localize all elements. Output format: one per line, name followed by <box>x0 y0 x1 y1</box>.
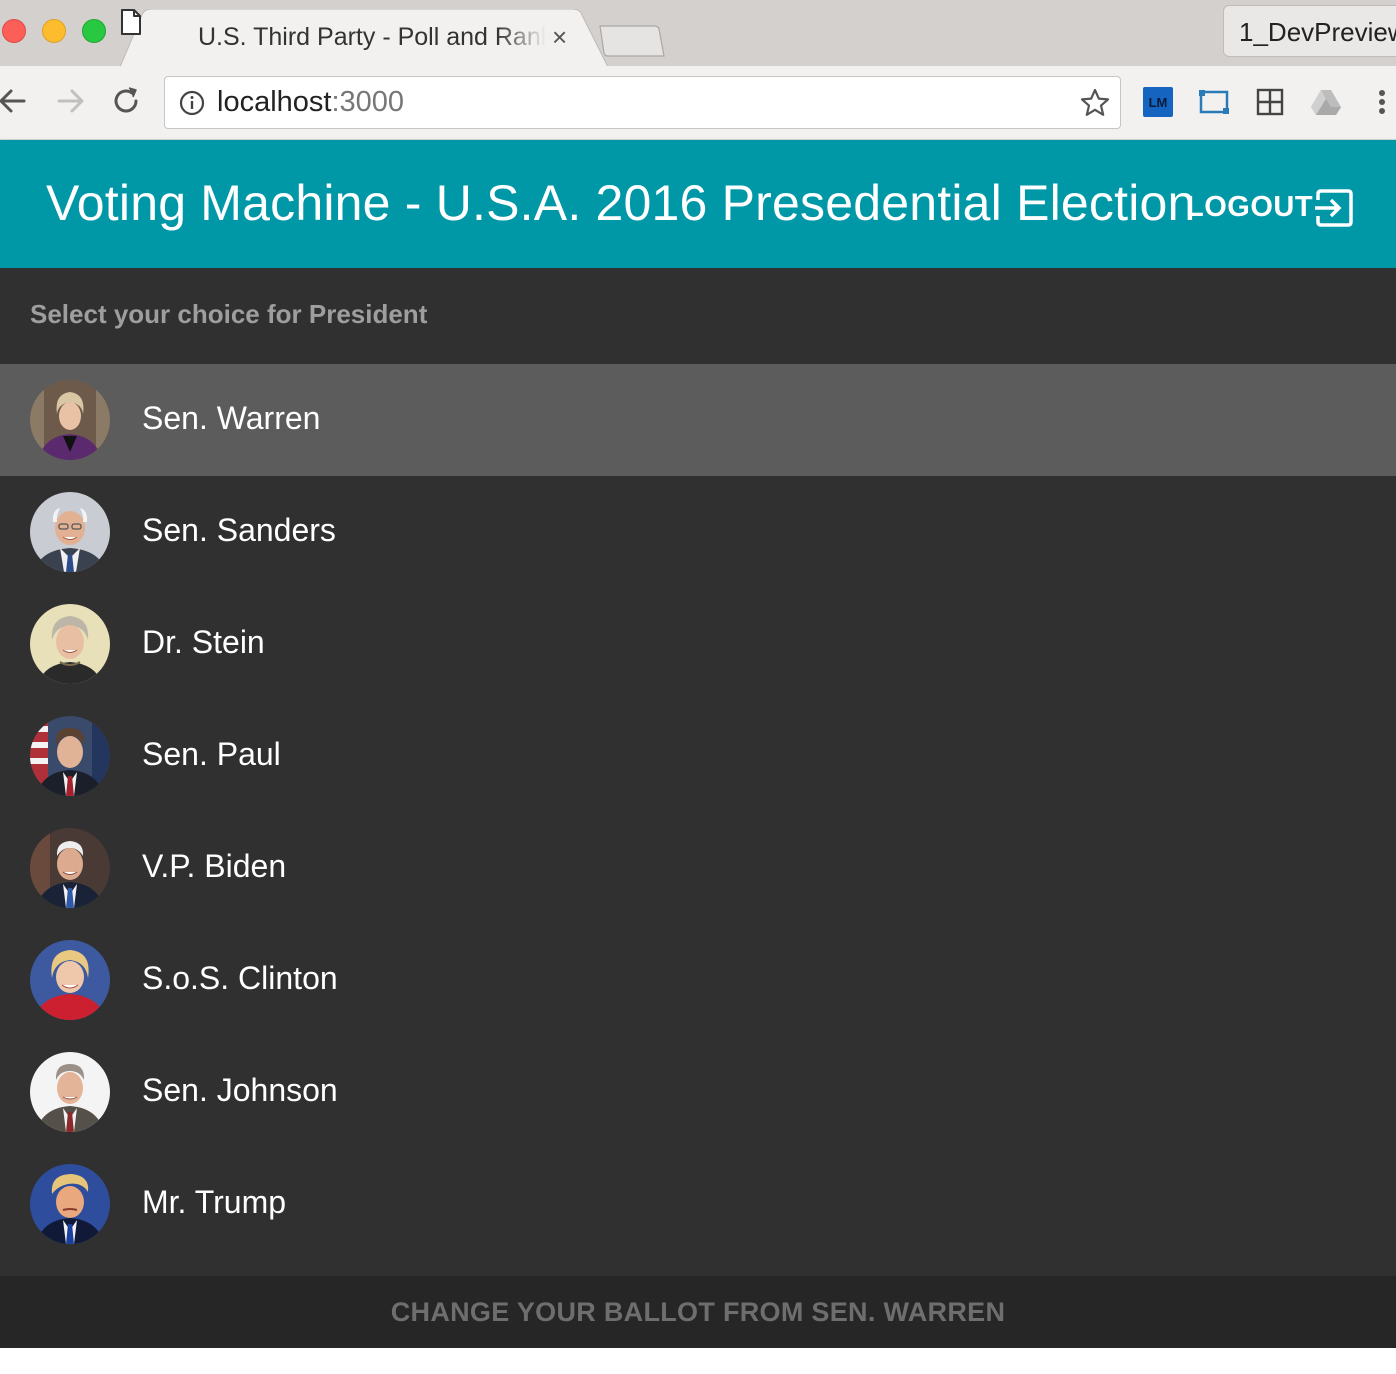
candidate-list: Sen. Warren Sen. Sanders Dr. Stein Sen. … <box>0 364 1396 1260</box>
back-arrow-icon[interactable] <box>0 84 30 118</box>
exit-to-app-icon <box>1315 189 1353 227</box>
page-icon <box>121 9 141 35</box>
lm-extension-icon[interactable]: LM <box>1142 86 1174 118</box>
address-bar[interactable]: localhost:3000 <box>164 76 1121 129</box>
tab-title: U.S. Third Party - Poll and Rank <box>198 23 546 51</box>
screen-capture-icon[interactable] <box>1198 86 1230 118</box>
avatar-clinton <box>30 940 110 1020</box>
address-url[interactable]: localhost:3000 <box>217 86 404 119</box>
candidate-name: Sen. Warren <box>142 400 321 436</box>
candidate-name: Dr. Stein <box>142 624 265 660</box>
page-title: Voting Machine - U.S.A. 2016 Presedentia… <box>46 175 1196 231</box>
info-icon[interactable] <box>179 90 205 116</box>
lm-extension-label: LM <box>1149 95 1168 110</box>
page-bottom-area <box>0 1348 1396 1374</box>
browser-titlebar: U.S. Third Party - Poll and Rank × 1_Dev… <box>0 0 1396 67</box>
candidate-name: Sen. Sanders <box>142 512 336 548</box>
list-item[interactable]: V.P. Biden <box>0 812 1396 924</box>
bookmark-star-icon[interactable] <box>1080 88 1110 118</box>
reload-icon[interactable] <box>109 84 143 118</box>
avatar-warren <box>30 380 110 460</box>
window-close-button[interactable] <box>2 19 26 43</box>
avatar-biden <box>30 828 110 908</box>
change-ballot-button[interactable]: CHANGE YOUR BALLOT FROM SEN. WARREN <box>0 1276 1396 1348</box>
grid-extension-icon[interactable] <box>1254 86 1286 118</box>
candidate-name: V.P. Biden <box>142 848 287 884</box>
avatar-trump <box>30 1164 110 1244</box>
url-host: localhost <box>217 86 332 118</box>
window-minimize-button[interactable] <box>42 19 66 43</box>
avatar-stein <box>30 604 110 684</box>
ballot-panel: Select your choice for President Sen. Wa… <box>0 268 1396 1348</box>
candidate-name: Mr. Trump <box>142 1184 287 1220</box>
ballot-footer: CHANGE YOUR BALLOT FROM SEN. WARREN <box>0 1276 1396 1348</box>
app-header: Voting Machine - U.S.A. 2016 Presedentia… <box>0 140 1396 268</box>
window-zoom-button[interactable] <box>82 19 106 43</box>
avatar-paul <box>30 716 110 796</box>
new-tab-button[interactable] <box>598 24 666 58</box>
forward-arrow-icon[interactable] <box>54 84 88 118</box>
profile-button[interactable]: 1_DevPreview <box>1223 5 1396 57</box>
list-item[interactable]: Dr. Stein <box>0 588 1396 700</box>
browser-toolbar: localhost:3000 LM <box>0 66 1396 140</box>
list-item[interactable]: Sen. Sanders <box>0 476 1396 588</box>
browser-menu-icon[interactable] <box>1368 86 1396 118</box>
list-item[interactable]: Sen. Johnson <box>0 1036 1396 1148</box>
drive-icon[interactable] <box>1310 86 1342 118</box>
logout-button[interactable]: LOGOUT <box>1174 180 1368 232</box>
list-item[interactable]: Mr. Trump <box>0 1148 1396 1260</box>
list-item[interactable]: Sen. Paul <box>0 700 1396 812</box>
tab-close-icon[interactable]: × <box>552 23 567 51</box>
avatar-johnson <box>30 1052 110 1132</box>
browser-tab-active[interactable]: U.S. Third Party - Poll and Rank × <box>120 9 608 67</box>
candidate-name: Sen. Paul <box>142 736 281 772</box>
profile-name: 1_DevPreview <box>1239 17 1396 47</box>
candidate-name: S.o.S. Clinton <box>142 960 338 996</box>
logout-label: LOGOUT <box>1186 191 1314 223</box>
candidate-name: Sen. Johnson <box>142 1072 338 1108</box>
ballot-subheader: Select your choice for President <box>30 299 428 329</box>
list-item[interactable]: Sen. Warren <box>0 364 1396 476</box>
url-port: :3000 <box>331 86 405 118</box>
avatar-sanders <box>30 492 110 572</box>
list-item[interactable]: S.o.S. Clinton <box>0 924 1396 1036</box>
